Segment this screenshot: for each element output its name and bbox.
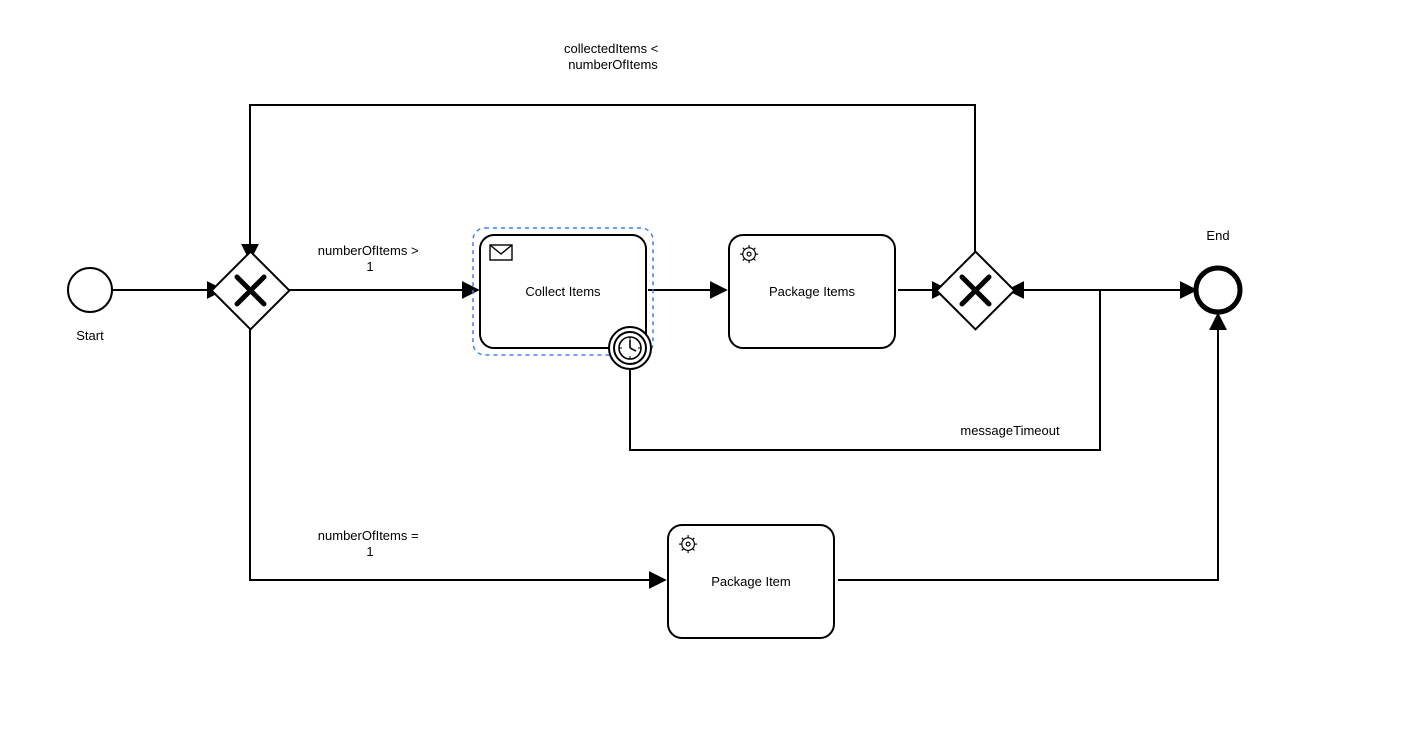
flow-package-item-to-end[interactable]	[838, 314, 1218, 580]
end-event[interactable]: End	[1196, 228, 1240, 312]
task-package-item-label: Package Item	[711, 574, 791, 589]
start-event-label: Start	[76, 328, 104, 343]
boundary-timer-event[interactable]	[609, 327, 651, 369]
flow-gateway1-to-package-item[interactable]: numberOfItems = 1	[250, 318, 665, 580]
envelope-icon	[490, 245, 512, 260]
task-package-item[interactable]: Package Item	[668, 525, 834, 638]
end-event-label: End	[1206, 228, 1229, 243]
flow-gateway1-to-collect-items[interactable]: numberOfItems > 1	[279, 243, 478, 290]
task-package-items-label: Package Items	[769, 284, 855, 299]
flow-label-num-eq-1: numberOfItems = 1	[318, 528, 422, 559]
clock-icon	[619, 337, 641, 359]
start-event[interactable]: Start	[68, 268, 112, 343]
gateway-1[interactable]	[212, 252, 290, 330]
flow-label-timeout: messageTimeout	[960, 423, 1060, 438]
task-package-items[interactable]: Package Items	[729, 235, 895, 348]
flow-gateway2-loop-to-gateway1[interactable]: collectedItems < numberOfItems	[250, 41, 975, 262]
task-collect-items-label: Collect Items	[525, 284, 601, 299]
gateway-2[interactable]	[937, 252, 1015, 330]
flow-label-num-gt-1: numberOfItems > 1	[318, 243, 422, 274]
flow-label-loop: collectedItems < numberOfItems	[564, 41, 662, 72]
